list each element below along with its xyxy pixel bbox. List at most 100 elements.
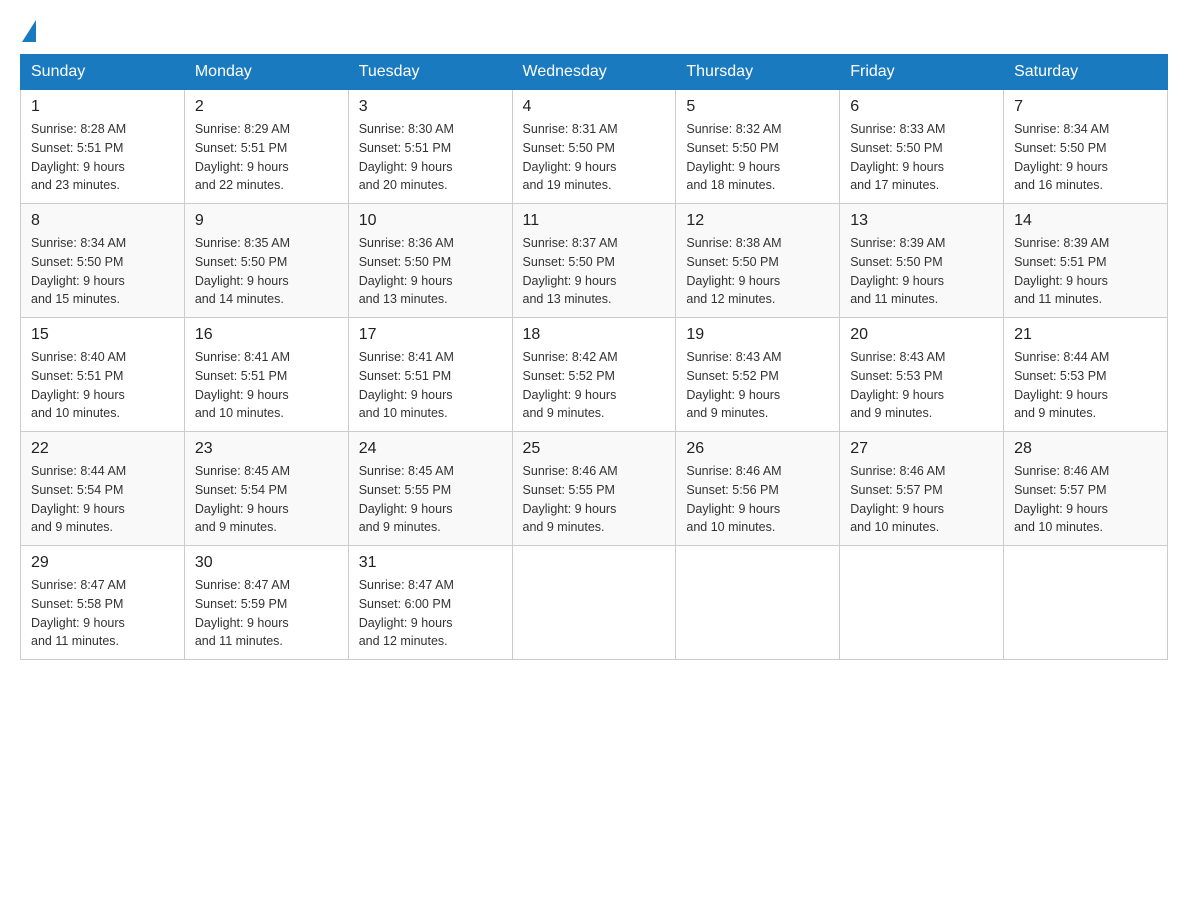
day-info: Sunrise: 8:32 AMSunset: 5:50 PMDaylight:…	[686, 122, 781, 192]
day-info: Sunrise: 8:43 AMSunset: 5:53 PMDaylight:…	[850, 350, 945, 420]
day-info: Sunrise: 8:47 AMSunset: 5:59 PMDaylight:…	[195, 578, 290, 648]
calendar-cell: 9 Sunrise: 8:35 AMSunset: 5:50 PMDayligh…	[184, 204, 348, 318]
calendar-cell: 16 Sunrise: 8:41 AMSunset: 5:51 PMDaylig…	[184, 318, 348, 432]
day-info: Sunrise: 8:45 AMSunset: 5:55 PMDaylight:…	[359, 464, 454, 534]
calendar-cell: 20 Sunrise: 8:43 AMSunset: 5:53 PMDaylig…	[840, 318, 1004, 432]
calendar-cell: 13 Sunrise: 8:39 AMSunset: 5:50 PMDaylig…	[840, 204, 1004, 318]
day-number: 26	[686, 440, 829, 458]
day-info: Sunrise: 8:46 AMSunset: 5:55 PMDaylight:…	[523, 464, 618, 534]
calendar-cell: 7 Sunrise: 8:34 AMSunset: 5:50 PMDayligh…	[1004, 90, 1168, 204]
calendar-cell	[840, 546, 1004, 660]
calendar-cell: 21 Sunrise: 8:44 AMSunset: 5:53 PMDaylig…	[1004, 318, 1168, 432]
day-number: 22	[31, 440, 174, 458]
logo	[20, 20, 36, 36]
day-number: 16	[195, 326, 338, 344]
calendar-week-row: 1 Sunrise: 8:28 AMSunset: 5:51 PMDayligh…	[21, 90, 1168, 204]
day-number: 11	[523, 212, 666, 230]
calendar-cell: 22 Sunrise: 8:44 AMSunset: 5:54 PMDaylig…	[21, 432, 185, 546]
day-number: 2	[195, 98, 338, 116]
day-number: 13	[850, 212, 993, 230]
calendar-cell: 28 Sunrise: 8:46 AMSunset: 5:57 PMDaylig…	[1004, 432, 1168, 546]
col-header-monday: Monday	[184, 55, 348, 90]
col-header-wednesday: Wednesday	[512, 55, 676, 90]
day-info: Sunrise: 8:37 AMSunset: 5:50 PMDaylight:…	[523, 236, 618, 306]
day-info: Sunrise: 8:28 AMSunset: 5:51 PMDaylight:…	[31, 122, 126, 192]
calendar-cell	[512, 546, 676, 660]
day-info: Sunrise: 8:41 AMSunset: 5:51 PMDaylight:…	[195, 350, 290, 420]
day-info: Sunrise: 8:40 AMSunset: 5:51 PMDaylight:…	[31, 350, 126, 420]
day-info: Sunrise: 8:46 AMSunset: 5:57 PMDaylight:…	[850, 464, 945, 534]
calendar-week-row: 15 Sunrise: 8:40 AMSunset: 5:51 PMDaylig…	[21, 318, 1168, 432]
day-number: 6	[850, 98, 993, 116]
calendar-cell: 23 Sunrise: 8:45 AMSunset: 5:54 PMDaylig…	[184, 432, 348, 546]
day-number: 19	[686, 326, 829, 344]
day-info: Sunrise: 8:42 AMSunset: 5:52 PMDaylight:…	[523, 350, 618, 420]
day-number: 10	[359, 212, 502, 230]
logo-triangle-icon	[22, 20, 36, 42]
day-info: Sunrise: 8:47 AMSunset: 6:00 PMDaylight:…	[359, 578, 454, 648]
page-header	[20, 20, 1168, 36]
calendar-cell: 1 Sunrise: 8:28 AMSunset: 5:51 PMDayligh…	[21, 90, 185, 204]
day-number: 25	[523, 440, 666, 458]
day-number: 23	[195, 440, 338, 458]
calendar-cell: 15 Sunrise: 8:40 AMSunset: 5:51 PMDaylig…	[21, 318, 185, 432]
calendar-table: SundayMondayTuesdayWednesdayThursdayFrid…	[20, 54, 1168, 660]
calendar-cell: 6 Sunrise: 8:33 AMSunset: 5:50 PMDayligh…	[840, 90, 1004, 204]
day-number: 17	[359, 326, 502, 344]
day-number: 20	[850, 326, 993, 344]
day-info: Sunrise: 8:41 AMSunset: 5:51 PMDaylight:…	[359, 350, 454, 420]
calendar-header-row: SundayMondayTuesdayWednesdayThursdayFrid…	[21, 55, 1168, 90]
calendar-cell: 31 Sunrise: 8:47 AMSunset: 6:00 PMDaylig…	[348, 546, 512, 660]
day-info: Sunrise: 8:39 AMSunset: 5:50 PMDaylight:…	[850, 236, 945, 306]
day-number: 3	[359, 98, 502, 116]
day-info: Sunrise: 8:30 AMSunset: 5:51 PMDaylight:…	[359, 122, 454, 192]
day-info: Sunrise: 8:33 AMSunset: 5:50 PMDaylight:…	[850, 122, 945, 192]
calendar-cell: 18 Sunrise: 8:42 AMSunset: 5:52 PMDaylig…	[512, 318, 676, 432]
day-number: 28	[1014, 440, 1157, 458]
day-info: Sunrise: 8:34 AMSunset: 5:50 PMDaylight:…	[1014, 122, 1109, 192]
day-info: Sunrise: 8:46 AMSunset: 5:57 PMDaylight:…	[1014, 464, 1109, 534]
day-info: Sunrise: 8:39 AMSunset: 5:51 PMDaylight:…	[1014, 236, 1109, 306]
calendar-cell: 10 Sunrise: 8:36 AMSunset: 5:50 PMDaylig…	[348, 204, 512, 318]
day-number: 4	[523, 98, 666, 116]
col-header-sunday: Sunday	[21, 55, 185, 90]
calendar-cell: 3 Sunrise: 8:30 AMSunset: 5:51 PMDayligh…	[348, 90, 512, 204]
calendar-week-row: 22 Sunrise: 8:44 AMSunset: 5:54 PMDaylig…	[21, 432, 1168, 546]
day-number: 31	[359, 554, 502, 572]
day-info: Sunrise: 8:45 AMSunset: 5:54 PMDaylight:…	[195, 464, 290, 534]
day-number: 15	[31, 326, 174, 344]
calendar-week-row: 29 Sunrise: 8:47 AMSunset: 5:58 PMDaylig…	[21, 546, 1168, 660]
day-info: Sunrise: 8:46 AMSunset: 5:56 PMDaylight:…	[686, 464, 781, 534]
day-info: Sunrise: 8:36 AMSunset: 5:50 PMDaylight:…	[359, 236, 454, 306]
col-header-thursday: Thursday	[676, 55, 840, 90]
day-info: Sunrise: 8:38 AMSunset: 5:50 PMDaylight:…	[686, 236, 781, 306]
calendar-cell: 11 Sunrise: 8:37 AMSunset: 5:50 PMDaylig…	[512, 204, 676, 318]
calendar-cell: 30 Sunrise: 8:47 AMSunset: 5:59 PMDaylig…	[184, 546, 348, 660]
calendar-cell: 29 Sunrise: 8:47 AMSunset: 5:58 PMDaylig…	[21, 546, 185, 660]
calendar-cell: 2 Sunrise: 8:29 AMSunset: 5:51 PMDayligh…	[184, 90, 348, 204]
calendar-cell	[676, 546, 840, 660]
calendar-week-row: 8 Sunrise: 8:34 AMSunset: 5:50 PMDayligh…	[21, 204, 1168, 318]
day-number: 29	[31, 554, 174, 572]
day-info: Sunrise: 8:44 AMSunset: 5:53 PMDaylight:…	[1014, 350, 1109, 420]
day-number: 30	[195, 554, 338, 572]
day-info: Sunrise: 8:35 AMSunset: 5:50 PMDaylight:…	[195, 236, 290, 306]
day-number: 27	[850, 440, 993, 458]
day-info: Sunrise: 8:44 AMSunset: 5:54 PMDaylight:…	[31, 464, 126, 534]
day-number: 18	[523, 326, 666, 344]
calendar-cell: 19 Sunrise: 8:43 AMSunset: 5:52 PMDaylig…	[676, 318, 840, 432]
calendar-cell: 4 Sunrise: 8:31 AMSunset: 5:50 PMDayligh…	[512, 90, 676, 204]
calendar-cell	[1004, 546, 1168, 660]
calendar-cell: 8 Sunrise: 8:34 AMSunset: 5:50 PMDayligh…	[21, 204, 185, 318]
calendar-cell: 14 Sunrise: 8:39 AMSunset: 5:51 PMDaylig…	[1004, 204, 1168, 318]
day-number: 8	[31, 212, 174, 230]
day-info: Sunrise: 8:29 AMSunset: 5:51 PMDaylight:…	[195, 122, 290, 192]
day-number: 5	[686, 98, 829, 116]
day-number: 7	[1014, 98, 1157, 116]
day-number: 14	[1014, 212, 1157, 230]
calendar-cell: 24 Sunrise: 8:45 AMSunset: 5:55 PMDaylig…	[348, 432, 512, 546]
day-info: Sunrise: 8:34 AMSunset: 5:50 PMDaylight:…	[31, 236, 126, 306]
col-header-saturday: Saturday	[1004, 55, 1168, 90]
col-header-tuesday: Tuesday	[348, 55, 512, 90]
col-header-friday: Friday	[840, 55, 1004, 90]
